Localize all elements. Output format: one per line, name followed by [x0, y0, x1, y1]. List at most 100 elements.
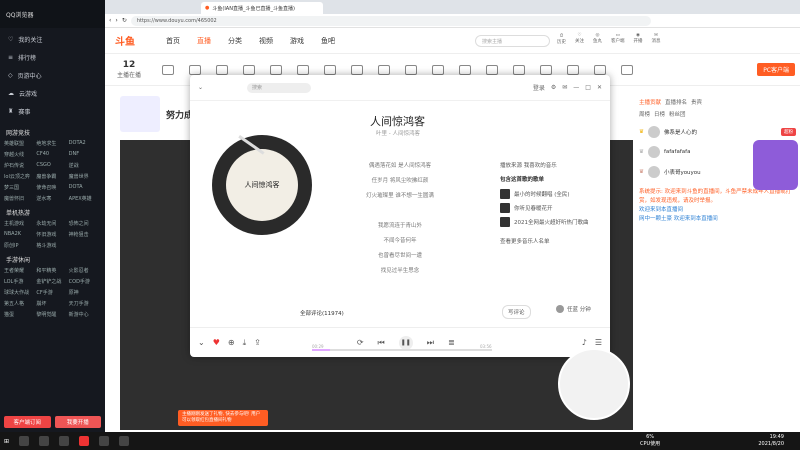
chat-message: 欢迎来到本直播间	[639, 207, 684, 213]
nav-live[interactable]: 直播	[197, 36, 211, 46]
volume-icon[interactable]: ♪	[582, 338, 587, 347]
follow-count[interactable]: 12 主播在播	[117, 60, 141, 79]
browser-tab[interactable]: ● 斗鱼(IAN直播_斗鱼已直播_斗鱼直播)	[201, 2, 323, 14]
song-artist: 叶里 - 人间惊鸿客	[376, 131, 420, 137]
category-icon[interactable]	[243, 64, 256, 75]
progress-bar[interactable]	[312, 349, 492, 351]
list-item[interactable]: 最小的时候翻唱 (全民)	[500, 187, 600, 201]
app-icon[interactable]	[119, 436, 130, 446]
album-cover: 人间惊鸿客	[226, 149, 298, 221]
chevron-down-icon[interactable]: ⌄	[198, 84, 203, 91]
category-icon[interactable]	[513, 64, 526, 75]
tab-ranking[interactable]: 直播排名	[665, 98, 687, 106]
category-icon[interactable]	[567, 64, 580, 75]
download-icon[interactable]: ⤓	[243, 338, 247, 348]
start-stream-button[interactable]: 我要开播	[54, 416, 101, 428]
qq-nav-rank[interactable]: ≡ 排行榜	[0, 48, 105, 66]
app-icon[interactable]	[59, 436, 70, 446]
comments-count[interactable]: 全部评论(11974)	[300, 309, 344, 317]
follow-icon[interactable]: ♡ 关注	[575, 33, 584, 45]
category-icon[interactable]	[324, 64, 337, 75]
refresh-icon[interactable]: ↻	[122, 17, 127, 24]
rank-row[interactable]: ♛ 佛系是人心的 超粉	[639, 122, 796, 142]
start-icon[interactable]: ⊞	[4, 438, 9, 445]
category-icon[interactable]	[459, 64, 472, 75]
category-icon[interactable]	[486, 64, 499, 75]
user-chip[interactable]: 任蓝 分钟	[556, 305, 591, 313]
app-icon[interactable]	[99, 436, 110, 446]
category-icon[interactable]	[351, 64, 364, 75]
music-search-input[interactable]: 搜索	[247, 82, 312, 93]
pc-client-button[interactable]: PC客户端	[757, 63, 795, 76]
add-icon[interactable]: ⊕	[228, 338, 235, 347]
minimize-icon[interactable]: —	[573, 84, 579, 91]
category-icon[interactable]	[162, 64, 175, 75]
site-logo[interactable]: 斗鱼	[115, 33, 135, 48]
loop-icon[interactable]: ⟳	[357, 338, 364, 347]
forward-icon[interactable]: ›	[115, 17, 117, 24]
qq-nav-page-games[interactable]: ◇ 页游中心	[0, 66, 105, 84]
nav-category[interactable]: 分类	[228, 36, 242, 46]
tab-vip[interactable]: 贵宾	[691, 98, 702, 106]
client-icon[interactable]: ▭ 客户端	[611, 33, 625, 45]
login-link[interactable]: 登录	[533, 83, 545, 92]
browser-icon[interactable]	[19, 436, 30, 446]
category-icon[interactable]	[378, 64, 391, 75]
streamer-avatar[interactable]	[120, 96, 160, 132]
category-icon[interactable]	[216, 64, 229, 75]
taskbar: ⊞ 6% CPU使用 19:49 2021/8/20	[0, 432, 800, 450]
share-icon[interactable]: ⇪	[254, 338, 261, 347]
gift-toast[interactable]: 主播刚刚发送了礼物, 快去参与吧! 用户可以领取红包直播间礼物	[178, 410, 268, 426]
nav-fishbar[interactable]: 鱼吧	[321, 36, 335, 46]
music-app-icon[interactable]	[79, 436, 90, 446]
equalizer-icon[interactable]: ≣	[448, 338, 455, 347]
like-icon[interactable]: ♥	[213, 338, 220, 347]
app-icon[interactable]	[39, 436, 50, 446]
site-search-input[interactable]: 搜索主播	[475, 35, 550, 47]
category-icon[interactable]	[540, 64, 553, 75]
nav-home[interactable]: 首页	[166, 36, 180, 46]
history-icon[interactable]: ⏱ 历史	[557, 33, 566, 45]
next-icon[interactable]: ⏭	[427, 338, 434, 348]
qq-nav-cloud-games[interactable]: ☁ 云游戏	[0, 84, 105, 102]
category-icon[interactable]	[297, 64, 310, 75]
category-icon[interactable]	[189, 64, 202, 75]
settings-icon[interactable]: ⚙	[551, 84, 556, 91]
category-icon[interactable]	[621, 64, 634, 75]
category-icon[interactable]	[405, 64, 418, 75]
top-icons: ⏱ 历史 ♡ 关注 ◎ 鱼丸 ▭ 客户端 ◉ 开播 ✉ 消息	[557, 33, 661, 45]
playlist-icon[interactable]: ☰	[595, 338, 602, 347]
list-item[interactable]: 你听见春暖花开	[500, 201, 600, 215]
category-icon[interactable]	[432, 64, 445, 75]
write-comment-button[interactable]: 写评论	[502, 305, 531, 319]
qq-nav-follow[interactable]: ♡ 我的关注	[0, 30, 105, 48]
client-subscribe-button[interactable]: 客户端订阅	[4, 416, 51, 428]
chat-area: 系统提示: 欢迎来到斗鱼的直播间，斗鱼严禁未成年人直播或打赏，如发现违规，请及时…	[635, 184, 800, 228]
url-field[interactable]: https://www.douyu.com/465002	[130, 15, 651, 26]
category-icon[interactable]	[594, 64, 607, 75]
tab-fans[interactable]: 粉丝团	[669, 110, 686, 118]
coin-icon[interactable]: ◎ 鱼丸	[593, 33, 602, 45]
pause-button[interactable]: ❚❚	[398, 335, 413, 350]
back-icon[interactable]: ‹	[109, 17, 111, 24]
tab-week[interactable]: 周榜	[639, 110, 650, 118]
chat-message: 系统提示: 欢迎来到斗鱼的直播间，斗鱼严禁未成年人直播或打赏，如发现违规，请及时…	[639, 189, 792, 204]
avatar	[647, 166, 660, 178]
previous-icon[interactable]: ⏮	[378, 338, 385, 348]
clock[interactable]: 19:49 2021/8/20	[758, 434, 784, 448]
chevron-down-icon[interactable]: ⌄	[198, 338, 205, 347]
mail-icon[interactable]: ✉	[562, 84, 567, 91]
more-link[interactable]: 查看更多音乐人名单	[500, 237, 600, 245]
close-icon[interactable]: ✕	[597, 84, 602, 91]
nav-video[interactable]: 视频	[259, 36, 273, 46]
tab-day[interactable]: 日榜	[654, 110, 665, 118]
nav-games[interactable]: 游戏	[290, 36, 304, 46]
message-icon[interactable]: ✉ 消息	[652, 33, 661, 45]
maximize-icon[interactable]: □	[585, 84, 591, 91]
watermark-douyin: 抖音: 瑜鹤zzz	[652, 408, 727, 422]
list-item[interactable]: 2021全网最火超好听热门歌曲	[500, 215, 600, 229]
category-icon[interactable]	[270, 64, 283, 75]
tab-contribution[interactable]: 主播贡献	[639, 98, 661, 106]
broadcast-icon[interactable]: ◉ 开播	[634, 33, 643, 45]
qq-nav-events[interactable]: ♜ 赛事	[0, 102, 105, 120]
